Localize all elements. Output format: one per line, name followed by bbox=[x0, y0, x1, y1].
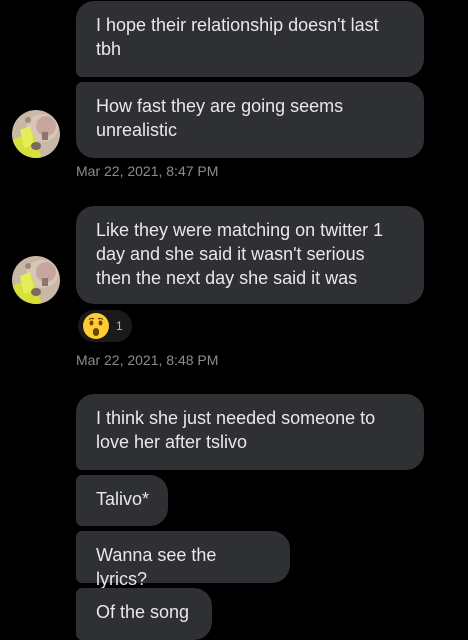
message-bubble[interactable]: I think she just needed someone to love … bbox=[76, 394, 424, 470]
message-text: How fast they are going seems unrealisti… bbox=[96, 96, 344, 140]
message-text: Wanna see the lyrics? bbox=[96, 545, 217, 589]
timestamp: Mar 22, 2021, 8:47 PM bbox=[76, 163, 219, 179]
message-bubble[interactable]: Talivo* bbox=[76, 475, 168, 526]
reaction-badge[interactable]: 1 bbox=[76, 308, 134, 344]
avatar[interactable] bbox=[12, 110, 60, 158]
avatar-image bbox=[12, 256, 60, 304]
message-text: I think she just needed someone to love … bbox=[96, 408, 376, 452]
message-bubble[interactable]: I hope their relationship doesn't last t… bbox=[76, 1, 424, 77]
message-bubble[interactable]: Wanna see the lyrics? bbox=[76, 531, 290, 589]
avatar[interactable] bbox=[12, 256, 60, 304]
message-text: Like they were matching on twitter 1 day… bbox=[96, 220, 384, 288]
message-bubble[interactable]: How fast they are going seems unrealisti… bbox=[76, 82, 424, 158]
message-bubble[interactable]: Like they were matching on twitter 1 day… bbox=[76, 206, 424, 304]
reaction-count: 1 bbox=[116, 319, 123, 333]
timestamp: Mar 22, 2021, 8:48 PM bbox=[76, 352, 219, 368]
astonished-face-icon bbox=[83, 313, 109, 339]
message-text: Of the song bbox=[96, 602, 190, 622]
message-bubble[interactable]: Of the song bbox=[76, 588, 212, 640]
message-text: I hope their relationship doesn't last t… bbox=[96, 15, 379, 59]
avatar-image bbox=[12, 110, 60, 158]
message-text: Talivo* bbox=[96, 489, 150, 509]
